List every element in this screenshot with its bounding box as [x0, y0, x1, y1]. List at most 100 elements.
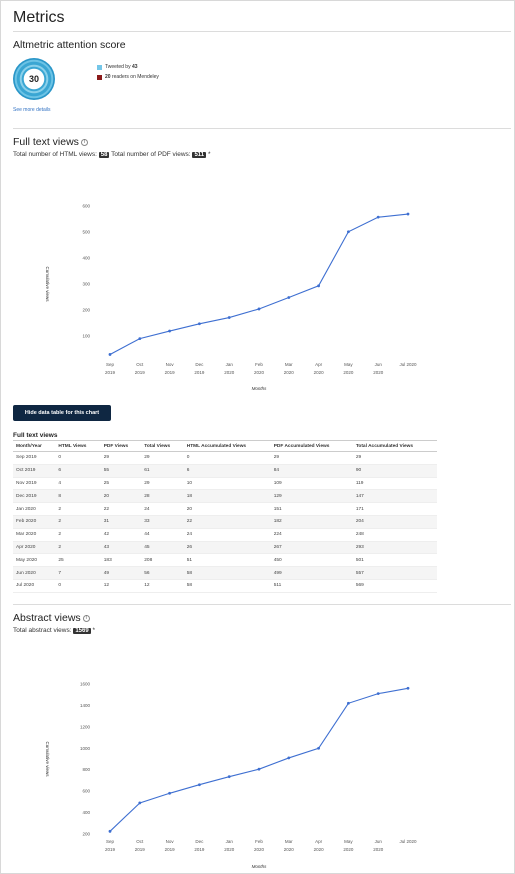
- series-line: [109, 213, 409, 355]
- column-header: HTML Views: [55, 440, 101, 452]
- x-tick-label: 2020: [314, 370, 325, 375]
- data-point: [287, 296, 291, 299]
- table-cell: 208: [141, 553, 184, 568]
- y-tick-label: 1600: [80, 682, 91, 687]
- x-tick-label: 2020: [373, 847, 384, 852]
- x-tick-label: 2019: [135, 847, 146, 852]
- y-axis-title: Cumulative views: [45, 266, 50, 302]
- x-tick-label: 2019: [165, 847, 176, 852]
- y-tick-label: 200: [82, 832, 90, 837]
- data-point: [347, 701, 350, 705]
- x-axis-title: Months: [252, 386, 268, 391]
- table-cell: 44: [141, 528, 184, 542]
- table-cell: 267: [270, 541, 353, 555]
- table-cell: 12: [141, 579, 184, 593]
- table-cell: 29: [100, 451, 142, 465]
- x-tick-label: 2020: [224, 847, 235, 852]
- table-cell: 2: [55, 502, 101, 516]
- y-tick-label: 800: [82, 767, 90, 772]
- x-tick-label: May: [344, 839, 353, 844]
- x-tick-label: May: [344, 362, 353, 367]
- table-cell: 12: [100, 579, 142, 593]
- x-tick-label: Jun: [375, 362, 383, 367]
- table-cell: Jun 2020: [13, 566, 56, 580]
- x-tick-label: Apr: [315, 839, 323, 844]
- table-cell: 248: [352, 528, 437, 542]
- x-tick-label: 2020: [254, 847, 265, 852]
- y-tick-label: 500: [82, 230, 90, 235]
- data-point: [108, 353, 112, 356]
- data-point: [317, 284, 320, 288]
- info-icon[interactable]: i: [80, 138, 88, 146]
- column-header: HTML Accumulated Views: [183, 440, 271, 452]
- table-cell: 147: [352, 489, 437, 504]
- table-title: Full text views: [13, 432, 58, 439]
- table-cell: 293: [352, 541, 437, 555]
- y-tick-label: 200: [82, 308, 90, 313]
- table-cell: 2: [55, 528, 101, 542]
- footnote-mark: *: [207, 151, 211, 158]
- data-point: [227, 316, 231, 319]
- x-tick-label: Dec: [195, 362, 204, 367]
- y-tick-label: 600: [82, 204, 90, 209]
- table-cell: 450: [270, 553, 353, 568]
- x-tick-label: 2019: [194, 370, 205, 375]
- table-cell: 183: [100, 553, 142, 568]
- pdf-views-badge: 511: [192, 152, 207, 158]
- abstract-totals: Total abstract views: 1569 *: [13, 627, 95, 634]
- table-header-row: Month/Year HTML Views PDF Views Total Views…: [13, 440, 437, 452]
- info-icon[interactable]: i: [82, 614, 90, 622]
- table-cell: 22: [100, 502, 142, 516]
- table-row: Mar 2020 2 42 44 24 224 248: [13, 528, 437, 542]
- data-point: [198, 322, 201, 326]
- full-text-heading: Full text views i: [13, 136, 88, 148]
- table-cell: 18: [183, 489, 271, 504]
- x-tick-label: 2019: [135, 370, 146, 375]
- tweet-swatch: [97, 64, 102, 70]
- table-cell: 10: [183, 477, 271, 491]
- data-point: [317, 746, 320, 750]
- table-cell: Nov 2019: [13, 477, 56, 491]
- altmetric-heading: Altmetric attention score: [13, 39, 126, 51]
- x-tick-label: Feb: [255, 362, 263, 367]
- table-cell: 7: [55, 566, 101, 580]
- table-cell: Jul 2020: [13, 579, 56, 593]
- x-tick-label: Jul 2020: [399, 839, 417, 844]
- table-cell: 109: [270, 477, 353, 491]
- see-more-details-link[interactable]: See more details: [13, 107, 51, 113]
- x-tick-label: Apr: [315, 362, 323, 367]
- table-cell: 58: [183, 579, 271, 593]
- altmetric-donut[interactable]: 30: [13, 58, 55, 100]
- y-tick-label: 600: [82, 789, 90, 794]
- table-row: Dec 2019 8 20 28 18 129 147: [13, 489, 437, 504]
- table-cell: 33: [141, 515, 184, 529]
- y-tick-label: 400: [82, 810, 90, 815]
- table-cell: 51: [183, 553, 271, 568]
- table-cell: Jan 2020: [13, 502, 56, 516]
- data-point: [287, 756, 291, 760]
- x-tick-label: 2020: [254, 370, 265, 375]
- table-cell: 119: [352, 477, 437, 491]
- table-cell: 56: [141, 566, 184, 580]
- legend-tweets[interactable]: Tweeted by 43: [97, 64, 138, 70]
- x-tick-label: Oct: [136, 839, 144, 844]
- x-tick-label: 2020: [343, 847, 354, 852]
- x-tick-label: Nov: [166, 839, 175, 844]
- table-cell: 25: [55, 553, 101, 568]
- table-cell: 171: [352, 502, 437, 516]
- table-cell: Feb 2020: [13, 515, 56, 529]
- tweet-prefix: Tweeted by: [105, 64, 132, 70]
- abstract-views-label: Total abstract views:: [13, 627, 72, 634]
- data-point: [138, 337, 142, 340]
- table-cell: 501: [352, 553, 437, 568]
- x-tick-label: Jun: [375, 839, 383, 844]
- x-tick-label: 2019: [105, 847, 116, 852]
- x-tick-label: Oct: [136, 362, 144, 367]
- mendeley-swatch: [97, 74, 102, 80]
- x-tick-label: Feb: [255, 839, 263, 844]
- table-cell: May 2020: [13, 553, 56, 568]
- page-title: Metrics: [13, 9, 65, 26]
- y-tick-label: 400: [82, 256, 90, 261]
- hide-data-table-button[interactable]: Hide data table for this chart: [13, 405, 111, 421]
- legend-mendeley[interactable]: 20 readers on Mendeley: [97, 74, 159, 80]
